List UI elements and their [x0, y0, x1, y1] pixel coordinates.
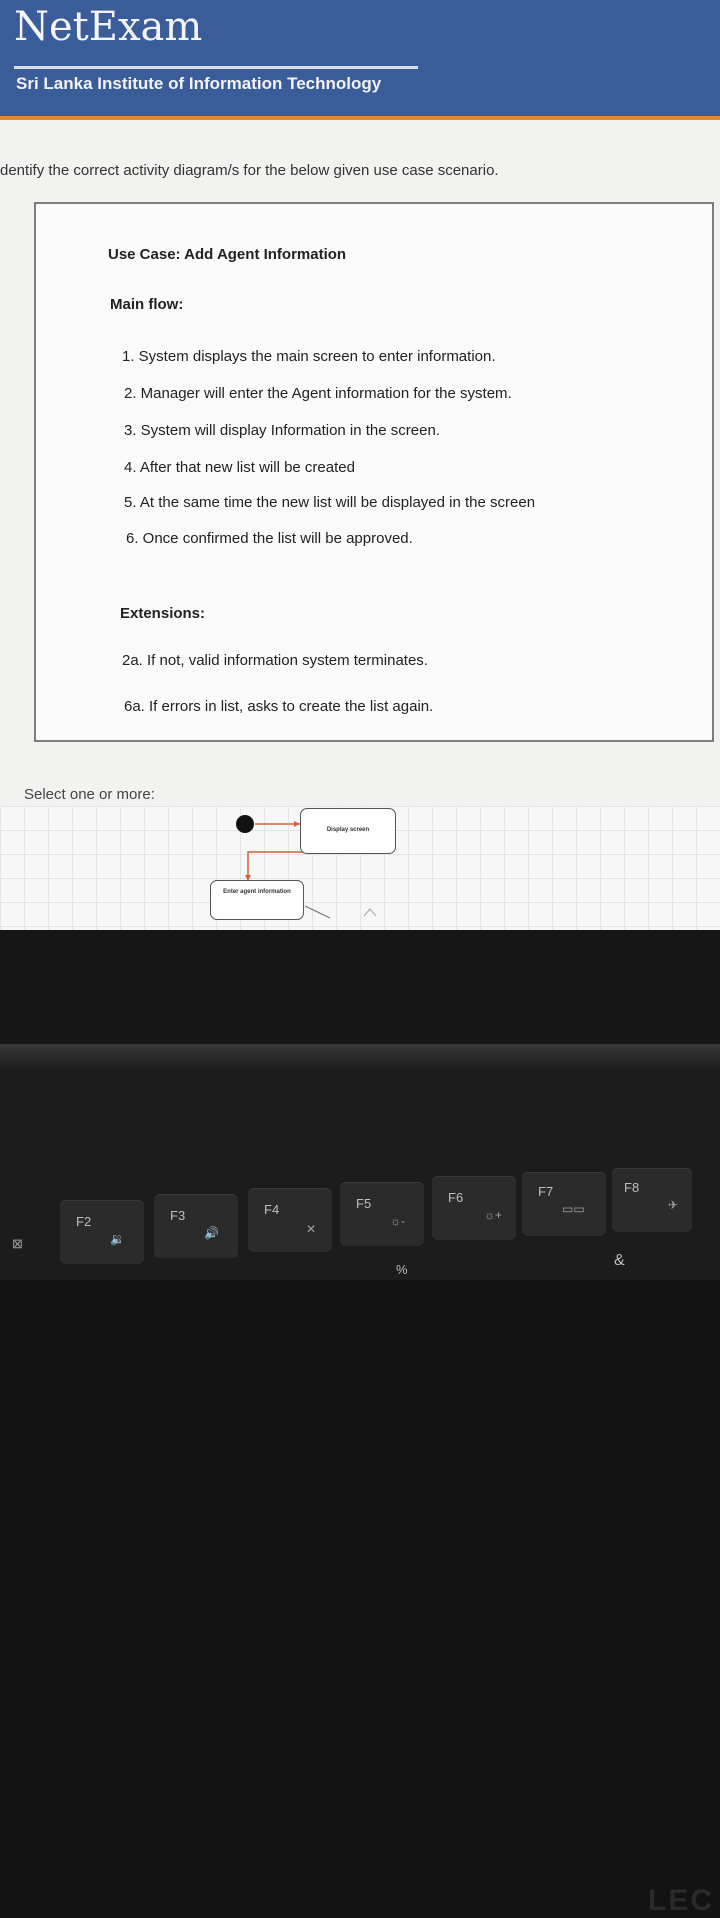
- main-flow-step: 1. System displays the main screen to en…: [122, 348, 496, 365]
- select-instruction: Select one or more:: [24, 786, 155, 803]
- key-label: F5: [356, 1196, 372, 1211]
- activity-enter-agent: Enter agent information: [210, 880, 304, 920]
- display-switch-icon: ▭▭: [562, 1202, 585, 1216]
- browser-screen: NetExam Sri Lanka Institute of Informati…: [0, 0, 720, 930]
- key-label: F8: [624, 1180, 640, 1195]
- main-flow-label: Main flow:: [110, 296, 184, 313]
- main-flow-step: 3. System will display Information in th…: [124, 422, 440, 439]
- extension-item: 2a. If not, valid information system ter…: [122, 652, 428, 669]
- brand-logo[interactable]: NetExam: [14, 4, 202, 50]
- key-label: F4: [264, 1202, 280, 1217]
- key-f5[interactable]: F5 ☼-: [340, 1182, 424, 1246]
- laptop-keyboard: F2 🔉 F3 🔊 F4 ✕ F5 ☼- F6 ☼+ F7 ▭▭ F8 ✈ ⊠ …: [0, 1070, 720, 1280]
- laptop-logo: LEC: [648, 1884, 714, 1917]
- main-flow-step: 4. After that new list will be created: [124, 459, 355, 476]
- brand-divider: [14, 66, 418, 69]
- volume-up-icon: 🔊: [204, 1226, 219, 1240]
- key-glyph-percent: %: [396, 1262, 408, 1277]
- laptop-hinge: [0, 1044, 720, 1070]
- airplane-mode-icon: ✈: [668, 1198, 679, 1212]
- volume-down-icon: 🔉: [110, 1232, 125, 1246]
- main-flow-step: 2. Manager will enter the Agent informat…: [124, 385, 512, 402]
- use-case-title: Add Agent Information: [184, 246, 347, 263]
- use-case-heading: Use Case: Add Agent Information: [108, 246, 346, 263]
- answer-option-diagram[interactable]: Display screen Enter agent information: [0, 806, 720, 930]
- key-label: F7: [538, 1184, 554, 1199]
- main-flow-step: 6. Once confirmed the list will be appro…: [126, 530, 413, 547]
- extension-item: 6a. If errors in list, asks to create th…: [124, 698, 434, 715]
- key-glyph-ampersand: &: [614, 1252, 625, 1269]
- use-case-box: Use Case: Add Agent Information Main flo…: [34, 202, 714, 742]
- activity-display-screen: Display screen: [300, 808, 396, 854]
- key-label: F2: [76, 1214, 92, 1229]
- brightness-up-icon: ☼+: [484, 1208, 503, 1222]
- flow-line: [304, 905, 331, 919]
- laptop-bezel: LEC: [0, 930, 720, 1917]
- institute-name: Sri Lanka Institute of Information Techn…: [16, 74, 382, 93]
- key-f6[interactable]: F6 ☼+: [432, 1176, 516, 1240]
- brightness-down-icon: ☼-: [390, 1214, 405, 1228]
- extensions-label: Extensions:: [120, 605, 206, 622]
- key-f8[interactable]: F8 ✈: [612, 1168, 692, 1232]
- flow-arrow: [247, 846, 306, 880]
- use-case-label: Use Case:: [108, 246, 181, 263]
- key-f4[interactable]: F4 ✕: [248, 1188, 332, 1252]
- decision-node: [363, 908, 377, 917]
- site-header: NetExam Sri Lanka Institute of Informati…: [0, 0, 720, 118]
- key-label: F3: [170, 1208, 186, 1223]
- mic-mute-icon: ✕: [306, 1222, 317, 1236]
- key-f3[interactable]: F3 🔊: [154, 1194, 238, 1258]
- header-accent-rule: [0, 116, 720, 120]
- key-f2[interactable]: F2 🔉: [60, 1200, 144, 1264]
- main-flow-step: 5. At the same time the new list will be…: [124, 494, 536, 511]
- key-label: F6: [448, 1190, 464, 1205]
- question-prompt: dentify the correct activity diagram/s f…: [0, 162, 499, 179]
- key-f7[interactable]: F7 ▭▭: [522, 1172, 606, 1236]
- initial-node: [236, 815, 254, 833]
- key-fn-icon: ⊠: [12, 1236, 23, 1251]
